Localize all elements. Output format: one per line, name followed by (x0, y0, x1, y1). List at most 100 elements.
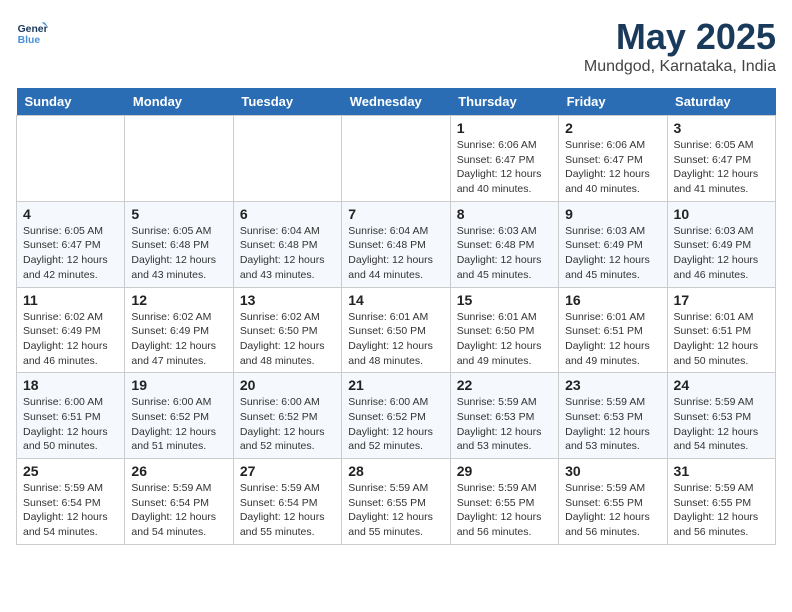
day-info: Sunrise: 6:00 AM Sunset: 6:52 PM Dayligh… (131, 395, 226, 454)
day-info: Sunrise: 6:03 AM Sunset: 6:49 PM Dayligh… (565, 224, 660, 283)
day-info: Sunrise: 6:01 AM Sunset: 6:51 PM Dayligh… (565, 310, 660, 369)
day-cell: 27Sunrise: 5:59 AM Sunset: 6:54 PM Dayli… (233, 459, 341, 545)
day-cell: 22 Sunrise: 5:59 AM Sunset: 6:53 PM Dayli… (450, 373, 558, 459)
day-info: Sunrise: 6:03 AM Sunset: 6:49 PM Dayligh… (674, 224, 769, 283)
day-info: Sunrise: 6:01 AM Sunset: 6:50 PM Dayligh… (457, 310, 552, 369)
day-cell: 6 Sunrise: 6:04 AM Sunset: 6:48 PM Daylig… (233, 201, 341, 287)
logo: General Blue (16, 16, 48, 48)
day-number: 11 (23, 292, 118, 308)
day-number: 12 (131, 292, 226, 308)
day-number: 23 (565, 377, 660, 393)
day-number: 25 (23, 463, 118, 479)
day-cell: 4 Sunrise: 6:05 AM Sunset: 6:47 PM Daylig… (17, 201, 125, 287)
day-info: Sunrise: 6:02 AM Sunset: 6:50 PM Dayligh… (240, 310, 335, 369)
day-cell: 31Sunrise: 5:59 AM Sunset: 6:55 PM Dayli… (667, 459, 775, 545)
day-number: 17 (674, 292, 769, 308)
day-cell: 30 Sunrise: 5:59 AM Sunset: 6:55 PM Dayli… (559, 459, 667, 545)
day-info: Sunrise: 5:59 AM Sunset: 6:55 PM Dayligh… (457, 481, 552, 540)
day-info: Sunrise: 6:00 AM Sunset: 6:51 PM Dayligh… (23, 395, 118, 454)
day-number: 6 (240, 206, 335, 222)
page-header: General Blue May 2025 Mundgod, Karnataka… (16, 16, 776, 76)
day-number: 8 (457, 206, 552, 222)
day-number: 7 (348, 206, 443, 222)
header-cell-wednesday: Wednesday (342, 88, 450, 116)
day-cell (17, 116, 125, 202)
day-cell: 10 Sunrise: 6:03 AM Sunset: 6:49 PM Dayli… (667, 201, 775, 287)
day-cell: 29 Sunrise: 5:59 AM Sunset: 6:55 PM Dayli… (450, 459, 558, 545)
day-cell: 14Sunrise: 6:01 AM Sunset: 6:50 PM Dayli… (342, 287, 450, 373)
day-number: 15 (457, 292, 552, 308)
week-row-3: 11 Sunrise: 6:02 AM Sunset: 6:49 PM Dayli… (17, 287, 776, 373)
title-area: May 2025 Mundgod, Karnataka, India (584, 16, 776, 76)
day-cell: 24Sunrise: 5:59 AM Sunset: 6:53 PM Dayli… (667, 373, 775, 459)
header-cell-friday: Friday (559, 88, 667, 116)
day-cell (125, 116, 233, 202)
day-info: Sunrise: 6:05 AM Sunset: 6:47 PM Dayligh… (674, 138, 769, 197)
header-cell-sunday: Sunday (17, 88, 125, 116)
day-info: Sunrise: 5:59 AM Sunset: 6:54 PM Dayligh… (240, 481, 335, 540)
day-info: Sunrise: 5:59 AM Sunset: 6:54 PM Dayligh… (131, 481, 226, 540)
day-number: 4 (23, 206, 118, 222)
week-row-2: 4 Sunrise: 6:05 AM Sunset: 6:47 PM Daylig… (17, 201, 776, 287)
calendar-subtitle: Mundgod, Karnataka, India (584, 58, 776, 76)
day-cell: 12 Sunrise: 6:02 AM Sunset: 6:49 PM Dayli… (125, 287, 233, 373)
day-cell: 2 Sunrise: 6:06 AM Sunset: 6:47 PM Daylig… (559, 116, 667, 202)
day-number: 31 (674, 463, 769, 479)
day-number: 28 (348, 463, 443, 479)
header-cell-tuesday: Tuesday (233, 88, 341, 116)
day-info: Sunrise: 6:06 AM Sunset: 6:47 PM Dayligh… (565, 138, 660, 197)
day-number: 3 (674, 120, 769, 136)
day-cell: 5Sunrise: 6:05 AM Sunset: 6:48 PM Daylig… (125, 201, 233, 287)
day-cell: 19 Sunrise: 6:00 AM Sunset: 6:52 PM Dayli… (125, 373, 233, 459)
day-number: 26 (131, 463, 226, 479)
day-info: Sunrise: 6:02 AM Sunset: 6:49 PM Dayligh… (23, 310, 118, 369)
day-info: Sunrise: 6:04 AM Sunset: 6:48 PM Dayligh… (240, 224, 335, 283)
day-info: Sunrise: 6:03 AM Sunset: 6:48 PM Dayligh… (457, 224, 552, 283)
day-cell: 21 Sunrise: 6:00 AM Sunset: 6:52 PM Dayli… (342, 373, 450, 459)
day-info: Sunrise: 6:00 AM Sunset: 6:52 PM Dayligh… (240, 395, 335, 454)
week-row-5: 25 Sunrise: 5:59 AM Sunset: 6:54 PM Dayli… (17, 459, 776, 545)
day-cell: 1Sunrise: 6:06 AM Sunset: 6:47 PM Daylig… (450, 116, 558, 202)
day-number: 20 (240, 377, 335, 393)
day-number: 10 (674, 206, 769, 222)
header-row: SundayMondayTuesdayWednesdayThursdayFrid… (17, 88, 776, 116)
day-info: Sunrise: 6:00 AM Sunset: 6:52 PM Dayligh… (348, 395, 443, 454)
day-number: 2 (565, 120, 660, 136)
day-cell: 18 Sunrise: 6:00 AM Sunset: 6:51 PM Dayli… (17, 373, 125, 459)
header-cell-monday: Monday (125, 88, 233, 116)
day-info: Sunrise: 6:02 AM Sunset: 6:49 PM Dayligh… (131, 310, 226, 369)
day-info: Sunrise: 5:59 AM Sunset: 6:53 PM Dayligh… (457, 395, 552, 454)
day-number: 22 (457, 377, 552, 393)
day-cell: 23Sunrise: 5:59 AM Sunset: 6:53 PM Dayli… (559, 373, 667, 459)
day-info: Sunrise: 6:05 AM Sunset: 6:47 PM Dayligh… (23, 224, 118, 283)
day-info: Sunrise: 6:01 AM Sunset: 6:51 PM Dayligh… (674, 310, 769, 369)
day-cell: 9 Sunrise: 6:03 AM Sunset: 6:49 PM Daylig… (559, 201, 667, 287)
day-number: 5 (131, 206, 226, 222)
day-info: Sunrise: 5:59 AM Sunset: 6:55 PM Dayligh… (565, 481, 660, 540)
calendar-table: SundayMondayTuesdayWednesdayThursdayFrid… (16, 88, 776, 545)
day-cell: 7 Sunrise: 6:04 AM Sunset: 6:48 PM Daylig… (342, 201, 450, 287)
day-number: 21 (348, 377, 443, 393)
week-row-4: 18 Sunrise: 6:00 AM Sunset: 6:51 PM Dayli… (17, 373, 776, 459)
day-cell: 17 Sunrise: 6:01 AM Sunset: 6:51 PM Dayli… (667, 287, 775, 373)
day-cell (342, 116, 450, 202)
day-number: 16 (565, 292, 660, 308)
day-number: 19 (131, 377, 226, 393)
day-info: Sunrise: 6:04 AM Sunset: 6:48 PM Dayligh… (348, 224, 443, 283)
day-number: 30 (565, 463, 660, 479)
day-info: Sunrise: 5:59 AM Sunset: 6:55 PM Dayligh… (348, 481, 443, 540)
header-cell-saturday: Saturday (667, 88, 775, 116)
day-number: 18 (23, 377, 118, 393)
day-cell: 25Sunrise: 5:59 AM Sunset: 6:54 PM Dayli… (17, 459, 125, 545)
day-cell: 28 Sunrise: 5:59 AM Sunset: 6:55 PM Dayli… (342, 459, 450, 545)
day-number: 29 (457, 463, 552, 479)
day-cell: 8 Sunrise: 6:03 AM Sunset: 6:48 PM Daylig… (450, 201, 558, 287)
day-cell: 16 Sunrise: 6:01 AM Sunset: 6:51 PM Dayli… (559, 287, 667, 373)
day-info: Sunrise: 6:06 AM Sunset: 6:47 PM Dayligh… (457, 138, 552, 197)
day-cell (233, 116, 341, 202)
week-row-1: 1Sunrise: 6:06 AM Sunset: 6:47 PM Daylig… (17, 116, 776, 202)
day-number: 9 (565, 206, 660, 222)
day-number: 24 (674, 377, 769, 393)
svg-text:General: General (18, 24, 48, 35)
day-cell: 13Sunrise: 6:02 AM Sunset: 6:50 PM Dayli… (233, 287, 341, 373)
